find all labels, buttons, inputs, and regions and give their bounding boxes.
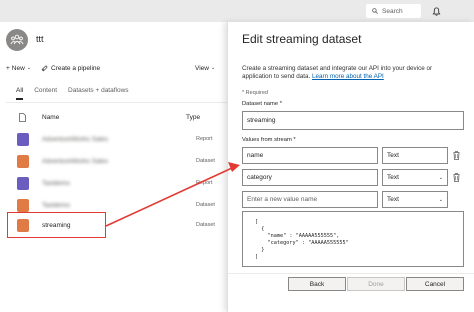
- done-button[interactable]: Done: [347, 277, 405, 291]
- json-sample-box[interactable]: [ { "name" : "AAAAA555555", "category" :…: [242, 211, 464, 267]
- value-type-select[interactable]: Text: [382, 147, 448, 164]
- view-menu[interactable]: View ⌄: [195, 65, 215, 72]
- value-type-label: Text: [387, 152, 399, 159]
- plus-icon: +: [6, 64, 10, 72]
- chevron-down-icon: ⌄: [438, 196, 443, 203]
- column-header-name[interactable]: Name: [42, 114, 59, 121]
- item-name[interactable]: AdventureWorks Sales: [42, 136, 108, 143]
- new-button[interactable]: + New ⌄: [6, 65, 31, 72]
- item-type: Dataset: [196, 222, 215, 228]
- new-value-type-select[interactable]: Text ⌄: [382, 191, 448, 208]
- bell-icon[interactable]: [429, 4, 443, 18]
- panel-description: Create a streaming dataset and integrate…: [242, 65, 447, 82]
- trash-icon[interactable]: [451, 150, 461, 161]
- required-note: * Required: [242, 90, 268, 96]
- value-name-input[interactable]: name: [242, 147, 378, 164]
- new-value-name-input[interactable]: Enter a new value name: [242, 191, 378, 208]
- dataset-name-input[interactable]: streaming: [242, 111, 464, 130]
- dataset-icon: [17, 155, 29, 168]
- highlight-box: [7, 212, 106, 238]
- content-tabs: All Content Datasets + dataflows: [16, 87, 129, 100]
- item-type: Dataset: [196, 202, 215, 208]
- column-header-type[interactable]: Type: [186, 114, 200, 121]
- pipeline-label: Create a pipeline: [51, 64, 101, 72]
- search-box[interactable]: Search: [366, 4, 421, 18]
- value-type-label: Text: [387, 196, 399, 203]
- view-label: View: [195, 64, 209, 72]
- value-type-select[interactable]: Text ⌄: [382, 169, 448, 186]
- item-name[interactable]: Taxidemo: [42, 180, 70, 187]
- search-placeholder: Search: [382, 7, 403, 15]
- toolbar: + New ⌄ Create a pipeline View ⌄: [6, 62, 236, 74]
- cancel-button[interactable]: Cancel: [406, 277, 464, 291]
- item-name[interactable]: AdventureWorks Sales: [42, 158, 108, 165]
- dataset-name-label: Dataset name *: [242, 101, 282, 107]
- tab-content[interactable]: Content: [34, 87, 57, 94]
- dataset-icon: [17, 199, 29, 212]
- tab-datasets-dataflows[interactable]: Datasets + dataflows: [68, 87, 129, 94]
- top-bar: Search: [0, 0, 474, 22]
- value-type-label: Text: [387, 174, 399, 181]
- learn-more-link[interactable]: Learn more about the API: [312, 73, 384, 80]
- chevron-down-icon: ⌄: [210, 65, 216, 71]
- chevron-down-icon: ⌄: [438, 174, 443, 181]
- values-from-stream-label: Values from stream *: [242, 137, 296, 143]
- trash-icon[interactable]: [451, 172, 461, 183]
- table-row[interactable]: AdventureWorks Sales Report: [0, 130, 236, 150]
- report-icon: [17, 133, 29, 146]
- footer-divider: [228, 273, 474, 274]
- item-type: Report: [196, 136, 213, 142]
- rocket-icon: [41, 65, 48, 71]
- panel-title: Edit streaming dataset: [242, 32, 362, 46]
- tab-all[interactable]: All: [16, 87, 24, 100]
- table-row[interactable]: AdventureWorks Sales Dataset: [0, 152, 236, 172]
- edit-streaming-dataset-panel: Edit streaming dataset Create a streamin…: [227, 22, 474, 312]
- people-icon: [10, 34, 24, 45]
- document-icon: [19, 113, 26, 122]
- value-name-input[interactable]: category: [242, 169, 378, 186]
- workspace-avatar: [6, 29, 28, 51]
- search-icon: [372, 8, 378, 14]
- workspace-name: ttt: [36, 34, 44, 44]
- tabs-divider: [6, 102, 236, 103]
- create-pipeline-button[interactable]: Create a pipeline: [41, 65, 100, 72]
- back-button[interactable]: Back: [288, 277, 346, 291]
- report-icon: [17, 177, 29, 190]
- new-label: New: [11, 64, 25, 72]
- workspace-pane: ttt + New ⌄ Create a pipeline View ⌄ All…: [0, 22, 236, 312]
- item-type: Report: [196, 180, 213, 186]
- chevron-down-icon: ⌄: [26, 65, 32, 71]
- item-name[interactable]: Taxidemo: [42, 202, 70, 209]
- table-row[interactable]: Taxidemo Report: [0, 174, 236, 194]
- item-type: Dataset: [196, 158, 215, 164]
